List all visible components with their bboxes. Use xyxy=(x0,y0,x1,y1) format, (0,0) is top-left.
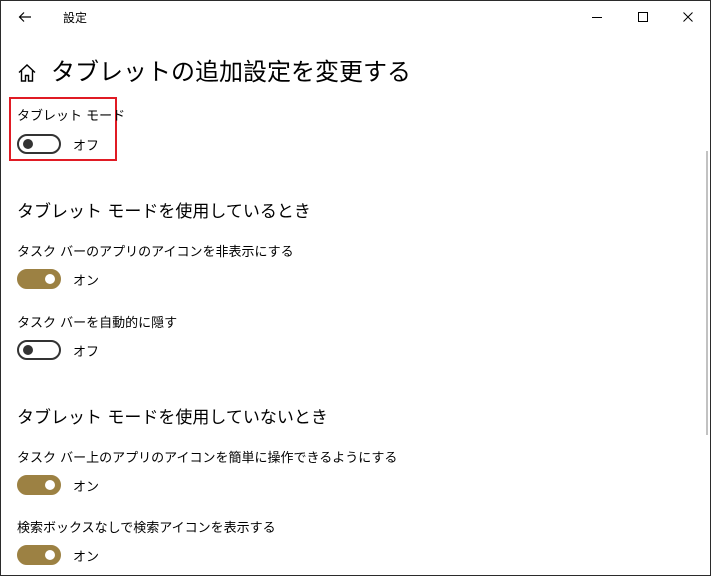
section-heading-when-on: タブレット モードを使用しているとき xyxy=(17,202,311,222)
auto-hide-taskbar-row: オフ xyxy=(17,339,99,361)
toggle-knob xyxy=(45,274,55,284)
toggle-knob xyxy=(23,139,33,149)
close-icon xyxy=(683,12,693,22)
toggle-knob xyxy=(45,550,55,560)
search-icon-setting-toggle[interactable] xyxy=(17,545,61,565)
title-bar: 設定 xyxy=(1,1,710,33)
easy-touch-icons-state: オン xyxy=(73,479,100,495)
easy-touch-icons-toggle[interactable] xyxy=(17,475,61,495)
tablet-mode-label: タブレット モード xyxy=(17,109,126,124)
scrollbar[interactable] xyxy=(706,151,708,435)
toggle-knob xyxy=(45,480,55,490)
settings-window: 設定 タブレットの追加設定を変更する タブレット モード オフ タブレット モー… xyxy=(0,0,711,576)
tablet-mode-state: オフ xyxy=(73,138,100,154)
easy-touch-icons-row: オン xyxy=(17,474,99,496)
page-header: タブレットの追加設定を変更する xyxy=(1,53,701,93)
maximize-button[interactable] xyxy=(620,1,666,33)
auto-hide-taskbar-toggle[interactable] xyxy=(17,340,61,360)
auto-hide-taskbar-state: オフ xyxy=(73,344,100,360)
search-icon-setting-row: オン xyxy=(17,544,99,566)
tablet-mode-toggle-row: オフ xyxy=(17,133,99,155)
search-icon-setting-label: 検索ボックスなしで検索アイコンを表示する xyxy=(17,521,276,536)
hide-taskbar-icons-label: タスク バーのアプリのアイコンを非表示にする xyxy=(17,245,294,260)
search-icon-setting-state: オン xyxy=(73,549,100,565)
back-button[interactable] xyxy=(9,3,41,31)
easy-touch-icons-label: タスク バー上のアプリのアイコンを簡単に操作できるようにする xyxy=(17,451,398,466)
toggle-knob xyxy=(23,345,33,355)
hide-taskbar-icons-row: オン xyxy=(17,268,99,290)
hide-taskbar-icons-toggle[interactable] xyxy=(17,269,61,289)
minimize-button[interactable] xyxy=(574,1,620,33)
app-title: 設定 xyxy=(63,11,88,25)
back-arrow-icon xyxy=(18,12,31,22)
maximize-icon xyxy=(638,12,648,22)
tablet-mode-toggle[interactable] xyxy=(17,134,61,154)
home-icon[interactable] xyxy=(15,61,39,85)
minimize-icon xyxy=(592,17,602,18)
auto-hide-taskbar-label: タスク バーを自動的に隠す xyxy=(17,316,178,331)
section-heading-when-off: タブレット モードを使用していないとき xyxy=(17,408,328,428)
page-title: タブレットの追加設定を変更する xyxy=(51,58,411,86)
hide-taskbar-icons-state: オン xyxy=(73,273,100,289)
close-button[interactable] xyxy=(665,1,710,33)
